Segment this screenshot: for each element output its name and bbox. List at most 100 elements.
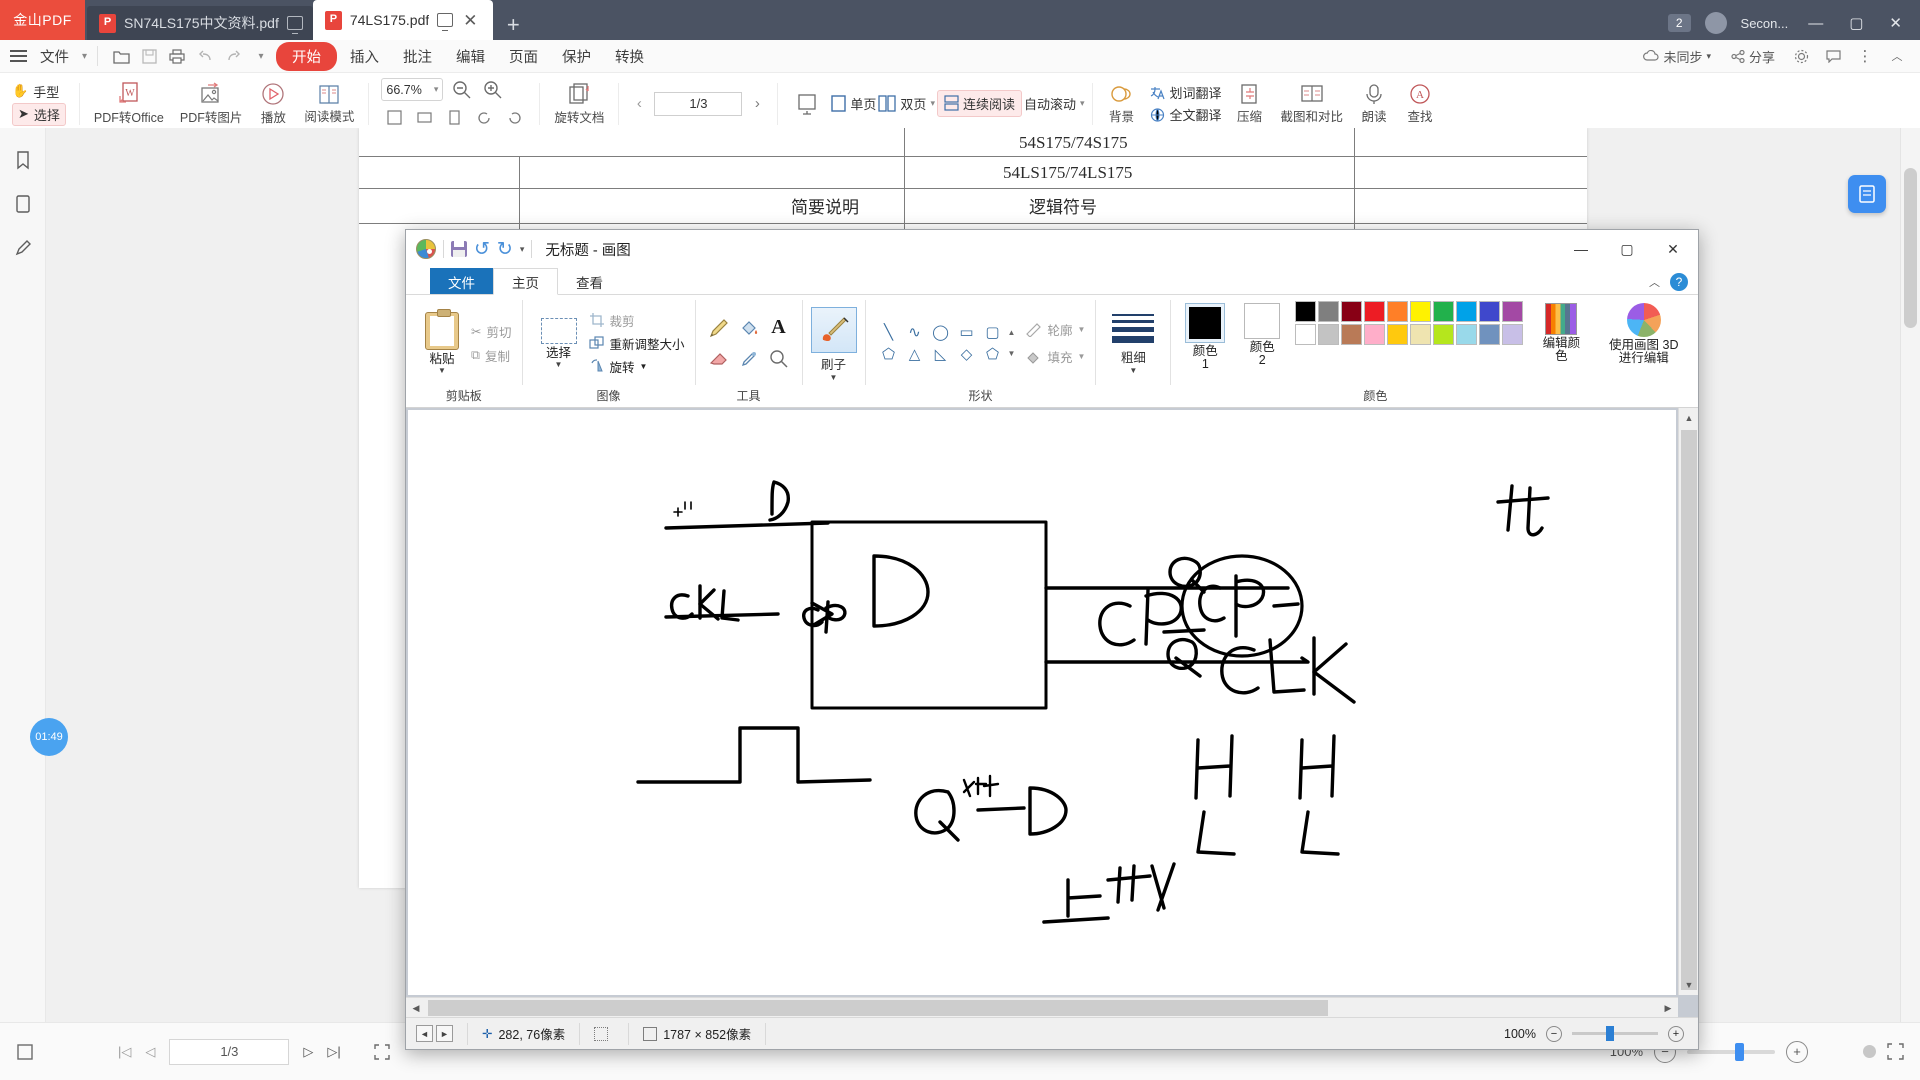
tab-preview-icon[interactable]: [437, 13, 454, 27]
paint-zoom-in-icon[interactable]: +: [1668, 1025, 1684, 1042]
paint-application-window[interactable]: ↺ ↻ ▾ 无标题 - 画图 — ▢ ✕ 文件 主页 查看 ︿ ? 粘贴 ▼ ✂…: [405, 229, 1699, 1050]
screenshot-compare-button[interactable]: 截图和对比: [1274, 81, 1351, 127]
scroll-left-icon[interactable]: ◀: [406, 998, 426, 1017]
background-button[interactable]: 背景: [1100, 81, 1144, 127]
chevron-down-icon[interactable]: ▼: [830, 373, 838, 382]
paint-title-bar[interactable]: ↺ ↻ ▾ 无标题 - 画图 — ▢ ✕: [406, 230, 1698, 268]
menu-tab-protect[interactable]: 保护: [551, 42, 602, 71]
color1-swatch[interactable]: [1185, 303, 1226, 343]
color-picker-icon[interactable]: [736, 346, 762, 372]
rotate-document-button[interactable]: 旋转文档: [547, 80, 611, 128]
last-page-button[interactable]: ▷|: [327, 1044, 340, 1060]
play-button[interactable]: 播放: [251, 80, 295, 128]
canvas-horizontal-scrollbar[interactable]: ◀ ▶: [406, 997, 1678, 1017]
select-button[interactable]: 选择 ▼: [533, 316, 585, 371]
tab-home[interactable]: 主页: [493, 268, 558, 295]
color2-swatch[interactable]: [1244, 303, 1281, 339]
scroll-right-icon[interactable]: ▶: [1658, 998, 1678, 1017]
paint-zoom-out-icon[interactable]: −: [1546, 1025, 1562, 1042]
tab-close-icon[interactable]: ✕: [461, 12, 479, 29]
redo-icon[interactable]: [220, 44, 246, 68]
tab-view[interactable]: 查看: [558, 268, 621, 295]
pentagon-shape-icon[interactable]: ⬠: [986, 345, 999, 363]
edit-colors-button[interactable]: 编辑颜色: [1533, 301, 1589, 365]
fit-page-button[interactable]: [373, 1043, 391, 1061]
paint3d-button[interactable]: 使用画图 3D 进行编辑: [1600, 301, 1688, 367]
crop-button[interactable]: 裁剪: [589, 310, 685, 331]
color2-button[interactable]: 颜色 2: [1239, 301, 1285, 369]
document-vertical-scrollbar[interactable]: [1900, 128, 1920, 1022]
color-swatch[interactable]: [1456, 301, 1478, 322]
new-tab-button[interactable]: +: [493, 14, 534, 40]
scroll-down-icon[interactable]: ▼: [1008, 349, 1016, 358]
page-thumbnail-toggle-icon[interactable]: [16, 1043, 34, 1061]
save-icon[interactable]: [451, 241, 467, 257]
next-page-icon[interactable]: ›: [744, 92, 770, 116]
floating-action-button[interactable]: [1848, 175, 1886, 213]
rotate-button[interactable]: 旋转 ▼: [589, 356, 685, 377]
minimize-button[interactable]: —: [1802, 15, 1829, 32]
diamond-shape-icon[interactable]: ◇: [961, 345, 973, 363]
hand-tool-button[interactable]: ✋ 手型: [12, 82, 66, 101]
timer-badge[interactable]: 01:49: [30, 718, 68, 756]
print-icon[interactable]: [164, 44, 190, 68]
document-tab-2[interactable]: 74LS175.pdf ✕: [312, 0, 493, 40]
maximize-button[interactable]: ▢: [1843, 14, 1869, 32]
undo-icon[interactable]: [192, 44, 218, 68]
color-swatch[interactable]: [1318, 324, 1340, 345]
scrollbar-thumb[interactable]: [1681, 430, 1697, 990]
color-swatch[interactable]: [1502, 301, 1524, 322]
quick-access-more-icon[interactable]: ▾: [248, 44, 274, 68]
line-size-button[interactable]: [1106, 314, 1160, 343]
double-page-button[interactable]: 双页 ▾: [878, 94, 935, 113]
chevron-down-icon[interactable]: ▼: [1077, 352, 1085, 361]
more-options-icon[interactable]: ⋮: [1852, 44, 1878, 68]
shape-gallery-scroll[interactable]: ▲ ▼: [1006, 328, 1016, 358]
color-swatch[interactable]: [1318, 301, 1340, 322]
auto-scroll-button[interactable]: 自动滚动 ▾: [1024, 94, 1085, 113]
document-tab-1[interactable]: SN74LS175中文资料.pdf: [87, 6, 313, 40]
paint-canvas[interactable]: [408, 410, 1676, 995]
zoom-in-button[interactable]: +: [1786, 1040, 1808, 1063]
scroll-up-icon[interactable]: ▲: [1008, 328, 1016, 337]
color-swatch[interactable]: [1295, 324, 1317, 345]
paint-zoom-slider[interactable]: [1572, 1026, 1658, 1041]
full-translate-button[interactable]: 全文翻译: [1150, 105, 1222, 124]
line-shape-icon[interactable]: ╲: [884, 323, 893, 341]
share-button[interactable]: 分享: [1724, 44, 1782, 69]
first-page-button[interactable]: |◁: [118, 1044, 131, 1060]
paint-minimize-button[interactable]: —: [1558, 230, 1604, 268]
undo-icon[interactable]: ↺: [474, 240, 490, 259]
sync-status-button[interactable]: 未同步 ▾: [1636, 44, 1718, 69]
select-tool-button[interactable]: ➤ 选择: [12, 102, 66, 126]
word-translate-button[interactable]: 划词翻译: [1150, 83, 1222, 102]
color-swatch[interactable]: [1364, 301, 1386, 322]
resize-button[interactable]: 重新调整大小: [588, 333, 685, 354]
color-swatch[interactable]: [1364, 324, 1386, 345]
tab-file[interactable]: 文件: [430, 268, 493, 295]
scroll-up-icon[interactable]: ▲: [1679, 408, 1698, 428]
color-swatch[interactable]: [1410, 324, 1432, 345]
account-name[interactable]: Secon...: [1741, 16, 1789, 31]
rectangle-shape-icon[interactable]: ▭: [959, 323, 973, 341]
color-swatch[interactable]: [1410, 301, 1432, 322]
menu-tab-page[interactable]: 页面: [498, 42, 549, 71]
zoom-level-selector[interactable]: 66.7% ▾: [381, 78, 444, 101]
collapse-ribbon-icon[interactable]: ︿: [1884, 44, 1910, 68]
rotate-left-icon[interactable]: [471, 106, 497, 130]
compress-button[interactable]: 压缩: [1228, 81, 1272, 127]
color-swatch[interactable]: [1479, 324, 1501, 345]
previous-page-button[interactable]: ◁: [145, 1044, 155, 1060]
menu-tab-annotate[interactable]: 批注: [392, 42, 443, 71]
collapse-ribbon-icon[interactable]: ︿: [1649, 274, 1660, 290]
customize-quick-access-icon[interactable]: ▾: [520, 244, 525, 255]
brush-tool-button[interactable]: [810, 307, 857, 353]
avatar[interactable]: [1704, 12, 1727, 34]
right-triangle-shape-icon[interactable]: ◺: [935, 345, 947, 363]
zoom-out-icon[interactable]: [448, 78, 474, 102]
color-swatch[interactable]: [1387, 324, 1409, 345]
menu-tab-convert[interactable]: 转换: [604, 42, 655, 71]
chevron-down-icon[interactable]: ▼: [640, 362, 648, 371]
nav-next-icon[interactable]: ►: [436, 1025, 453, 1042]
curve-shape-icon[interactable]: ∿: [908, 323, 921, 341]
